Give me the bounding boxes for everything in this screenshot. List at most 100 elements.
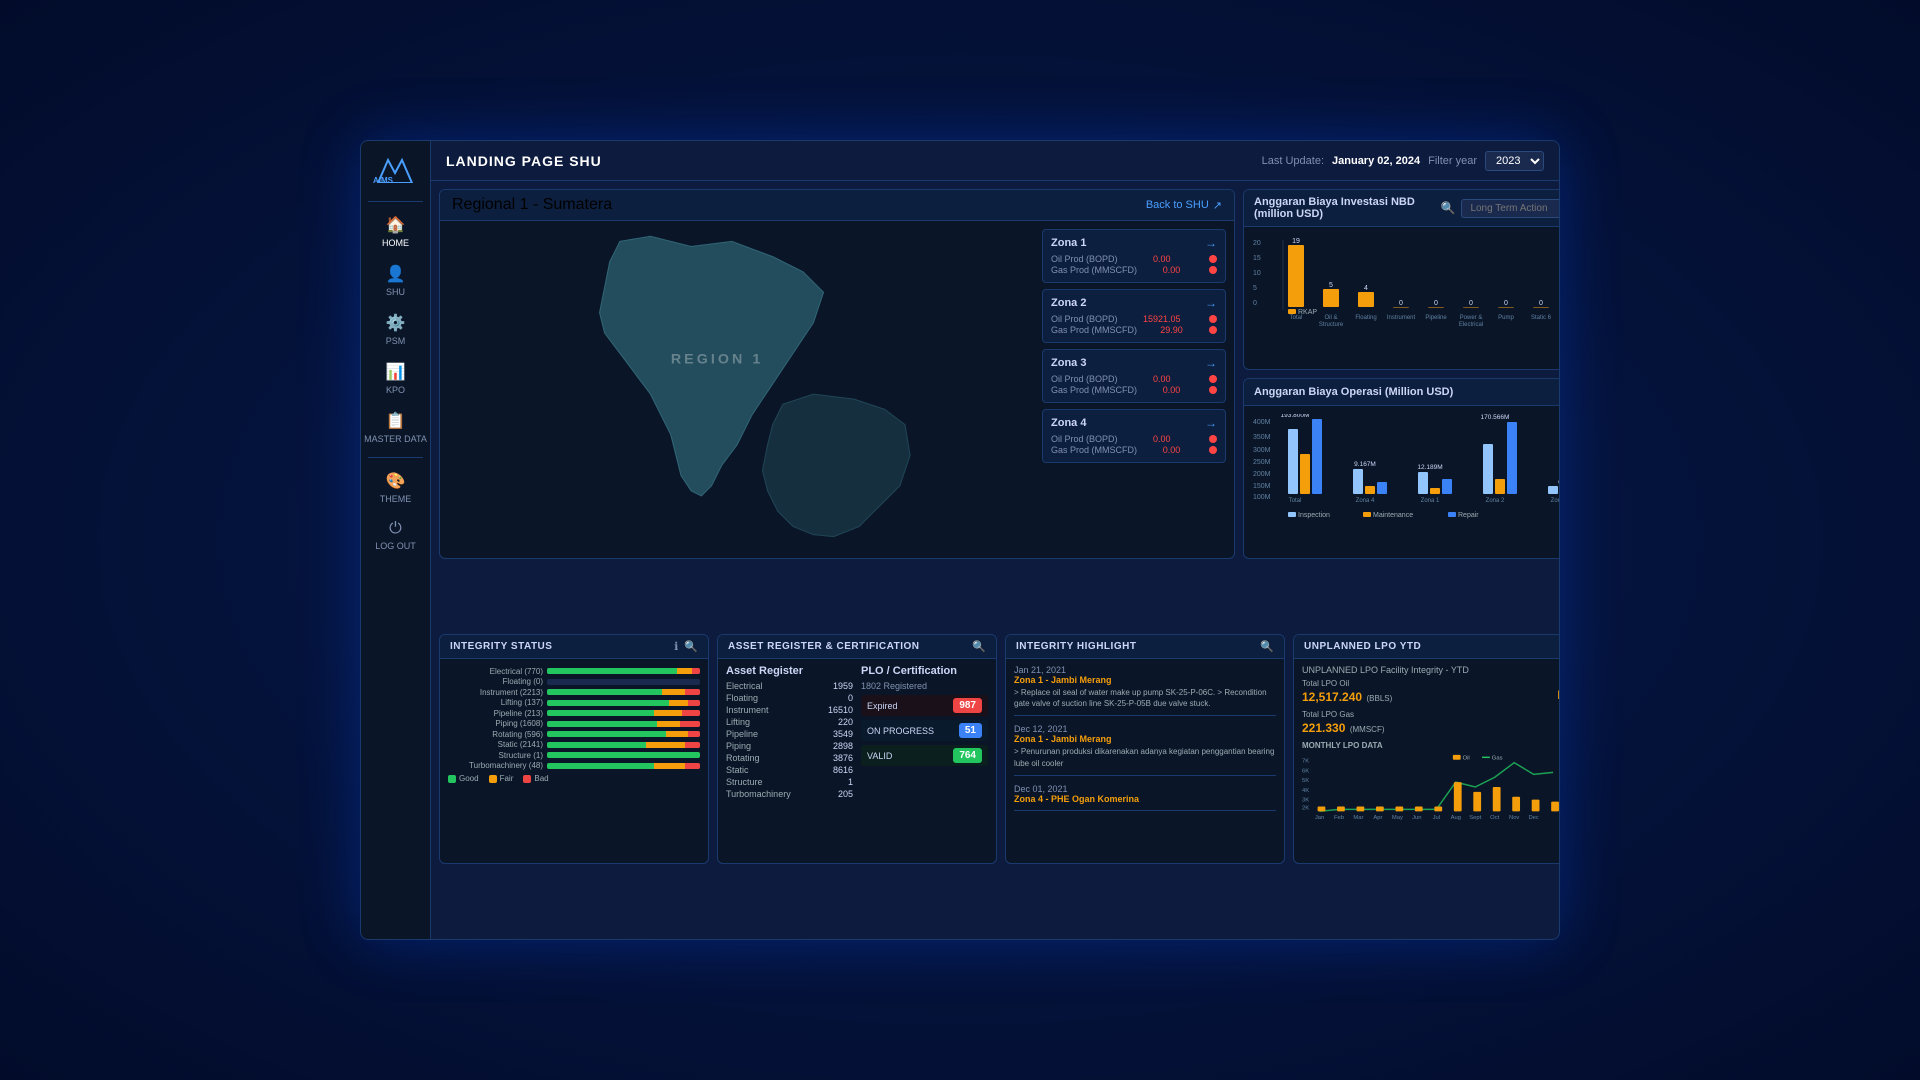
zona3-gas-value: 0.00 <box>1163 385 1181 395</box>
sidebar-label-logout: LOG OUT <box>375 541 416 551</box>
svg-text:0: 0 <box>1399 300 1403 307</box>
integrity-bar-row: Structure (1) <box>448 751 700 760</box>
integrity-bar-row: Static (2141) <box>448 740 700 749</box>
integrity-bar-container <box>547 742 700 748</box>
svg-text:Feb: Feb <box>1334 815 1344 821</box>
legend-good: Good <box>448 774 479 783</box>
asset-register-search-icon[interactable]: 🔍 <box>972 640 986 653</box>
cert-label: Expired <box>867 701 898 711</box>
back-to-shu-button[interactable]: Back to SHU ↗ <box>1146 199 1222 212</box>
highlight-zone: Zona 1 - Jambi Merang <box>1014 734 1276 744</box>
highlight-item: Dec 12, 2021 Zona 1 - Jambi Merang > Pen… <box>1014 724 1276 775</box>
integrity-bar-row: Rotating (596) <box>448 730 700 739</box>
filter-label: Filter year <box>1428 155 1477 167</box>
svg-text:150M: 150M <box>1253 483 1271 490</box>
header-right: Last Update: January 02, 2024 Filter yea… <box>1262 151 1544 171</box>
zona3-arrow[interactable]: → <box>1205 356 1217 370</box>
zona3-gas-label: Gas Prod (MMSCFD) <box>1051 385 1137 395</box>
legend-bad-label: Bad <box>534 774 548 783</box>
lpo-oil-unit: (BBLS) <box>1367 694 1393 703</box>
cert-badge-valid: VALID764 <box>861 745 988 766</box>
integrity-highlight-panel: INTEGRITY HIGHLIGHT 🔍 Jan 21, 2021 Zona … <box>1005 634 1285 864</box>
integrity-bar-label: Structure (1) <box>448 751 543 760</box>
svg-text:Static 6: Static 6 <box>1531 315 1552 321</box>
svg-text:15: 15 <box>1253 255 1261 262</box>
svg-text:19: 19 <box>1292 238 1300 245</box>
app-container: AIMS 🏠 HOME 👤 SHU ⚙️ PSM 📊 KPO 📋 MASTER … <box>360 140 1560 940</box>
legend-bad: Bad <box>523 774 548 783</box>
sidebar-item-theme[interactable]: 🎨 THEME <box>361 463 430 512</box>
asset-label: Structure <box>726 777 763 787</box>
zona2-oil-value: 15921.05 <box>1143 314 1181 324</box>
lpo-title: UNPLANNED LPO YTD <box>1304 641 1421 652</box>
asset-label: Floating <box>726 693 758 703</box>
asset-value: 2898 <box>833 741 853 751</box>
filter-year-select[interactable]: 202320222021 <box>1485 151 1544 171</box>
zona1-name: Zona 1 <box>1051 237 1086 249</box>
asset-register-row: Rotating3876 <box>726 753 853 763</box>
integrity-bar-label: Turbomachinery (48) <box>448 761 543 770</box>
integrity-search-icon[interactable]: 🔍 <box>684 640 698 653</box>
integrity-bar-container <box>547 700 700 706</box>
integrity-info-icon[interactable]: ℹ <box>674 640 678 653</box>
integrity-highlight-header: INTEGRITY HIGHLIGHT 🔍 <box>1006 635 1284 659</box>
lpo-monthly-title: MONTHLY LPO DATA <box>1302 741 1559 750</box>
sidebar: AIMS 🏠 HOME 👤 SHU ⚙️ PSM 📊 KPO 📋 MASTER … <box>361 141 431 939</box>
sidebar-label-theme: THEME <box>380 494 412 504</box>
zona1-arrow[interactable]: → <box>1205 236 1217 250</box>
master-data-icon: 📋 <box>386 411 406 431</box>
asset-register-panel: ASSET REGISTER & CERTIFICATION 🔍 Asset R… <box>717 634 997 864</box>
zona2-arrow[interactable]: → <box>1205 296 1217 310</box>
svg-text:4K: 4K <box>1302 788 1309 794</box>
zona2-gas-value: 29.90 <box>1160 325 1183 335</box>
sidebar-item-master-data[interactable]: 📋 MASTER DATA <box>361 403 430 452</box>
cert-badge-progress: ON PROGRESS51 <box>861 720 988 741</box>
cert-registered: 1802 Registered <box>861 681 988 691</box>
zona4-arrow[interactable]: → <box>1205 416 1217 430</box>
sidebar-item-kpo[interactable]: 📊 KPO <box>361 354 430 403</box>
bar-good <box>547 721 657 727</box>
sidebar-item-psm[interactable]: ⚙️ PSM <box>361 305 430 354</box>
svg-text:0: 0 <box>1434 300 1438 307</box>
zona2-gas-dot <box>1209 326 1217 334</box>
operations-chart: 400M 350M 300M 250M 200M 150M 100M <box>1252 414 1559 529</box>
zona4-gas-value: 0.00 <box>1163 445 1181 455</box>
kpo-icon: 📊 <box>386 362 406 382</box>
sidebar-item-logout[interactable]: ⏻ LOG OUT <box>361 512 430 559</box>
operations-panel-body: 400M 350M 300M 250M 200M 150M 100M <box>1244 406 1559 537</box>
lpo-body: UNPLANNED LPO Facility Integrity - YTD T… <box>1294 659 1559 863</box>
integrity-bar-label: Pipeline (213) <box>448 709 543 718</box>
investment-search-input[interactable] <box>1461 199 1559 218</box>
integrity-bar-container <box>547 679 700 685</box>
bar-fair <box>654 763 685 769</box>
sidebar-item-home[interactable]: 🏠 HOME <box>361 207 430 256</box>
bar-good <box>547 689 662 695</box>
investment-panel-header: Anggaran Biaya Investasi NBD (million US… <box>1244 190 1559 227</box>
asset-register-row: Instrument16510 <box>726 705 853 715</box>
integrity-bar-row: Floating (0) <box>448 677 700 686</box>
svg-text:Jul: Jul <box>1433 815 1440 821</box>
svg-text:Inspection: Inspection <box>1298 512 1330 519</box>
asset-register-row: Turbomachinery205 <box>726 789 853 799</box>
integrity-bar-label: Lifting (137) <box>448 698 543 707</box>
svg-text:Pump: Pump <box>1498 315 1514 321</box>
sidebar-item-shu[interactable]: 👤 SHU <box>361 256 430 305</box>
asset-register-row: Electrical1959 <box>726 681 853 691</box>
zona4-oil-label: Oil Prod (BOPD) <box>1051 434 1118 444</box>
integrity-highlight-search-icon[interactable]: 🔍 <box>1260 640 1274 653</box>
highlight-date: Jan 21, 2021 <box>1014 665 1276 675</box>
cert-number: 51 <box>959 723 982 738</box>
integrity-bar-row: Piping (1608) <box>448 719 700 728</box>
integrity-bar-container <box>547 752 700 758</box>
legend-fair-dot <box>489 775 497 783</box>
asset-label: Lifting <box>726 717 750 727</box>
highlight-date: Dec 12, 2021 <box>1014 724 1276 734</box>
zona2-gas-label: Gas Prod (MMSCFD) <box>1051 325 1137 335</box>
highlight-zone: Zona 1 - Jambi Merang <box>1014 675 1276 685</box>
investment-search-icon[interactable]: 🔍 <box>1440 201 1455 215</box>
bar-good <box>547 710 654 716</box>
integrity-bar-container <box>547 689 700 695</box>
highlight-item: Dec 01, 2021 Zona 4 - PHE Ogan Komerina <box>1014 784 1276 811</box>
integrity-bars: Electrical (770) Floating (0) Instrument… <box>448 667 700 771</box>
zona1-oil-value: 0.00 <box>1153 254 1171 264</box>
